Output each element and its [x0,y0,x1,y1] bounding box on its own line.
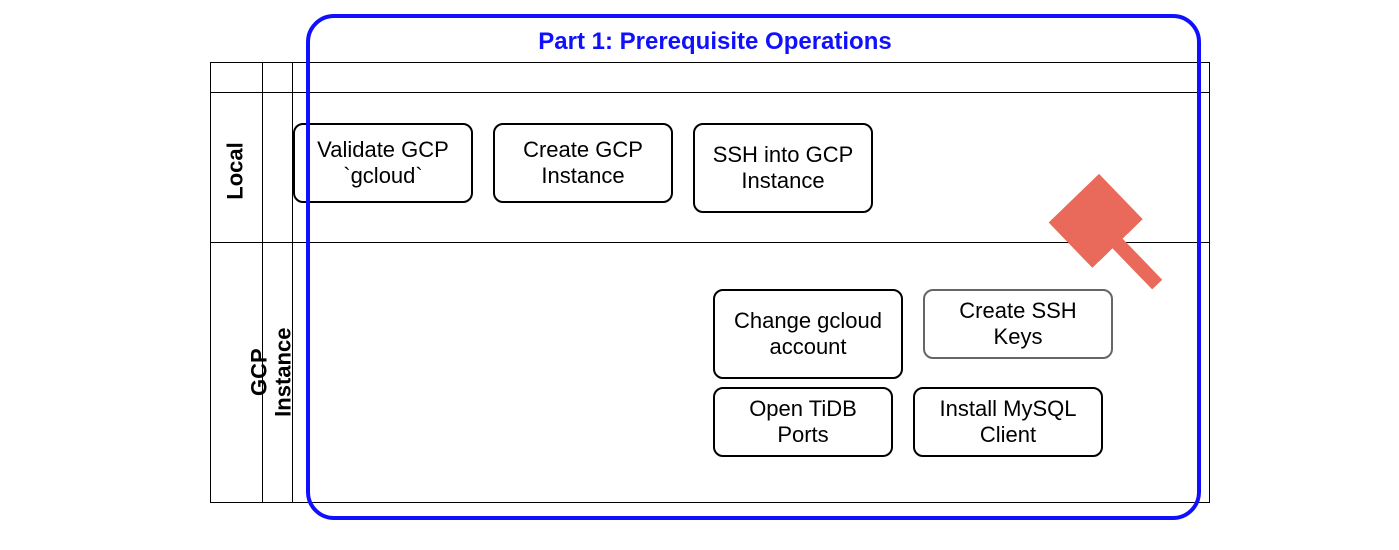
diagram-title: Part 1: Prerequisite Operations [210,20,1220,62]
local-lane-row: Local Validate GCP `gcloud` Create GCP I… [211,93,1210,243]
gcp-lane-label-cell: GCPInstance [211,243,263,503]
local-box-row: Validate GCP `gcloud` Create GCP Instanc… [293,123,1209,213]
step-change-account: Change gcloud account [713,289,903,379]
gcp-box-row-1: Change gcloud account Create SSH Keys [713,289,1209,379]
step-create-gcp: Create GCP Instance [493,123,673,203]
gcp-lane-label: GCPInstance [247,327,295,416]
swimlane-table: Local Validate GCP `gcloud` Create GCP I… [210,62,1210,503]
gcp-box-row-2: Open TiDB Ports Install MySQL Client [713,387,1209,457]
local-gap-cell [263,93,293,243]
spacer-row [211,63,1210,93]
step-ssh-gcp: SSH into GCP Instance [693,123,873,213]
step-open-ports: Open TiDB Ports [713,387,893,457]
step-create-ssh: Create SSH Keys [923,289,1113,359]
gcp-lane-row: GCPInstance Change gcloud account Create… [211,243,1210,503]
local-lane-label-cell: Local [211,93,263,243]
step-install-mysql: Install MySQL Client [913,387,1103,457]
diagram-container: Part 1: Prerequisite Operations Local Va… [210,20,1220,503]
step-validate-gcp: Validate GCP `gcloud` [293,123,473,203]
empty-label-cell [211,63,263,93]
empty-gap-cell [263,63,293,93]
local-lane-label: Local [222,142,248,199]
gcp-content-cell: Change gcloud account Create SSH Keys Op… [293,243,1210,503]
local-content-cell: Validate GCP `gcloud` Create GCP Instanc… [293,93,1210,243]
empty-content-cell [293,63,1210,93]
